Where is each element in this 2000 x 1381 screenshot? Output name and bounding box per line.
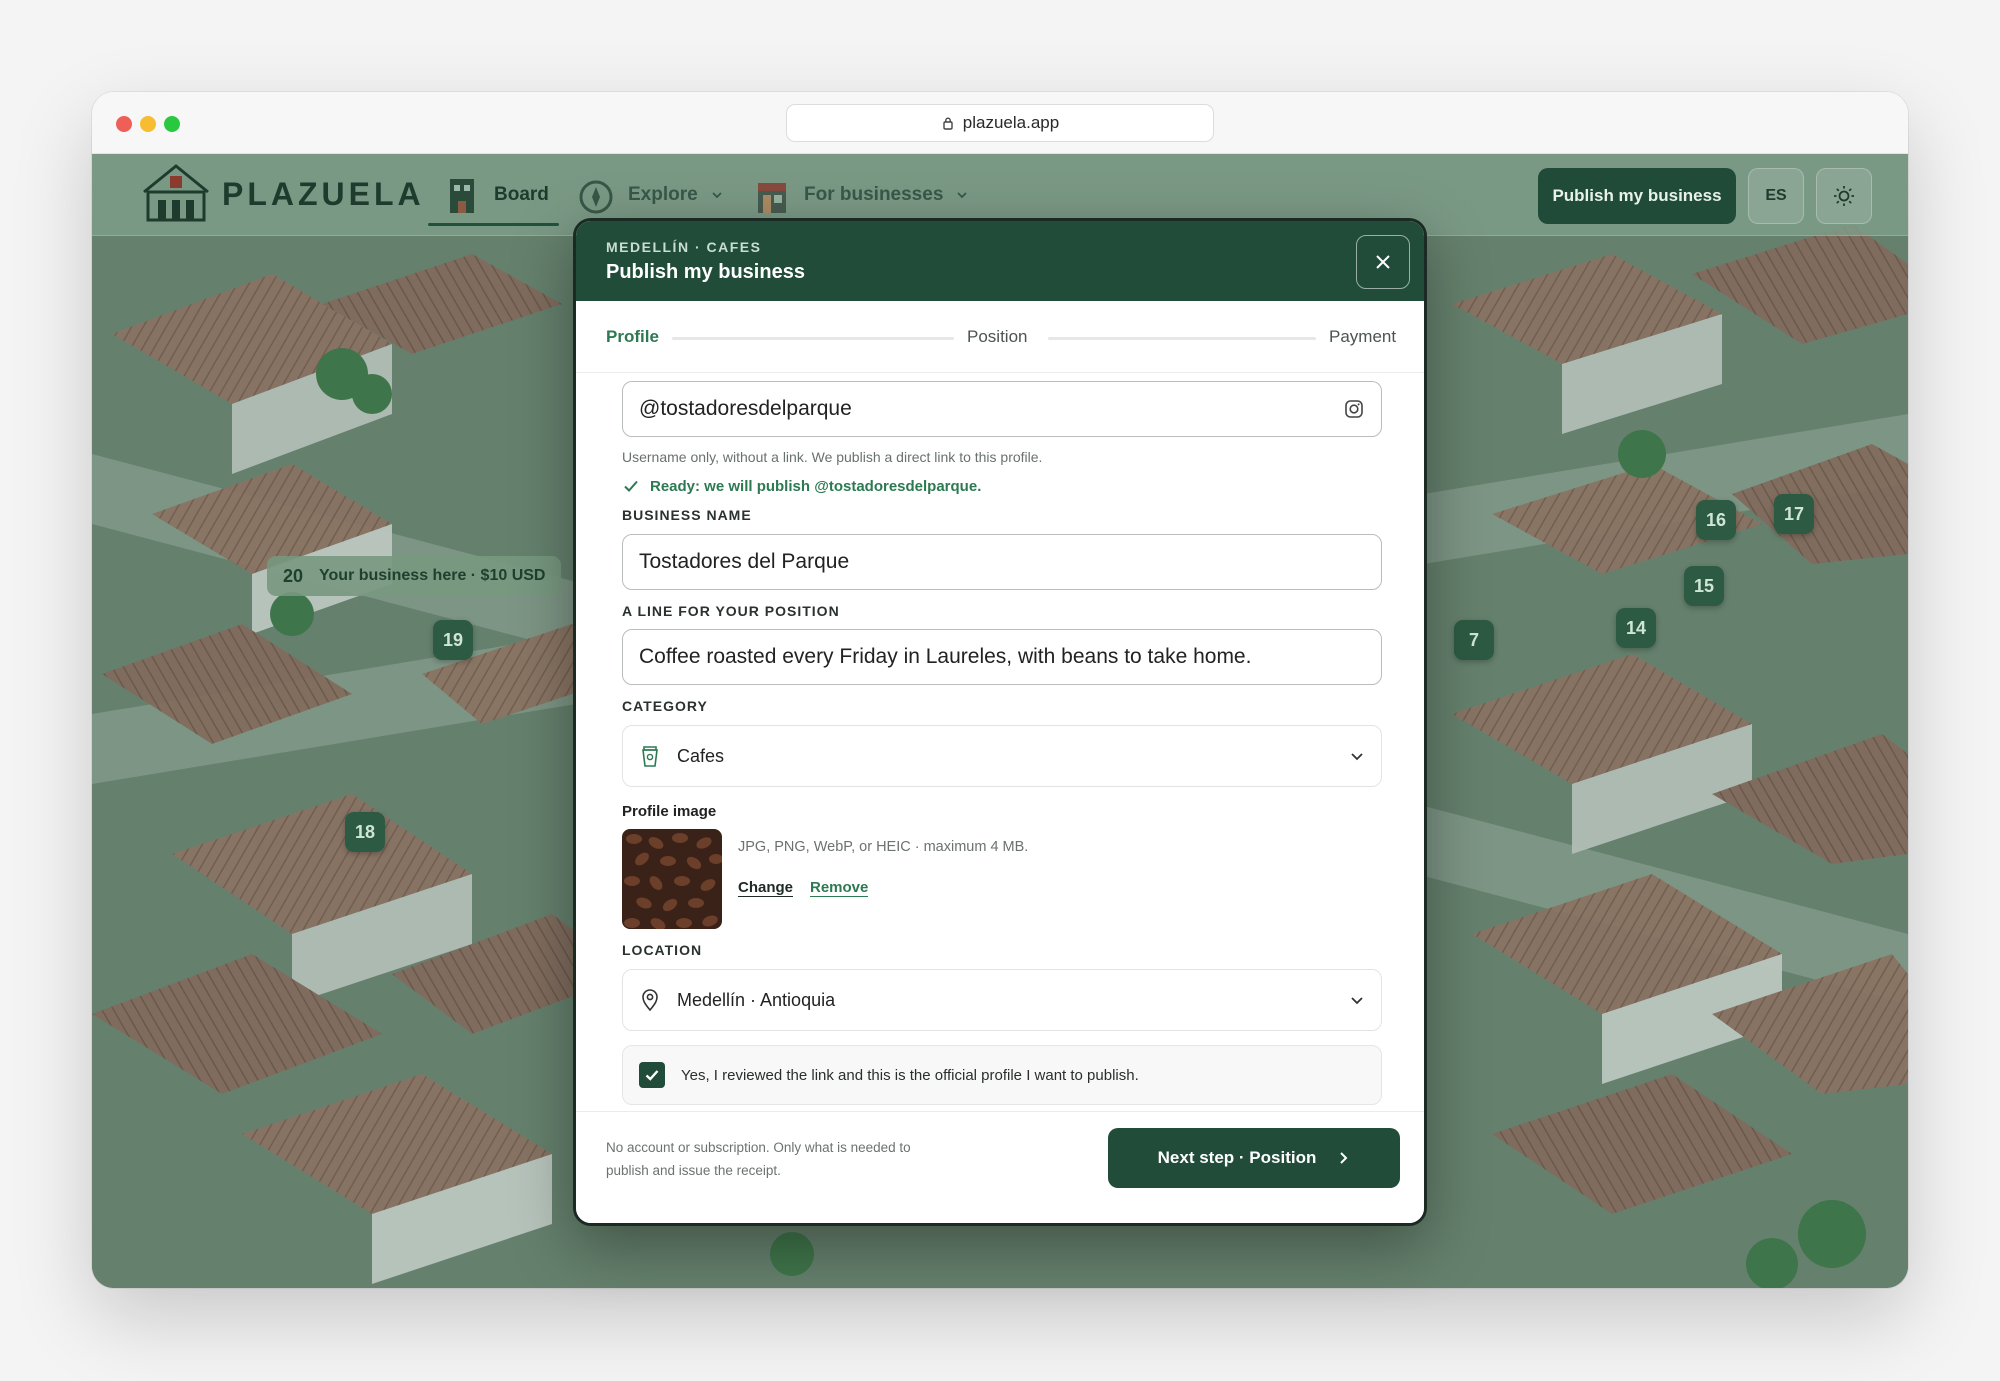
step-position[interactable]: Position bbox=[967, 327, 1027, 347]
location-label: LOCATION bbox=[622, 942, 703, 958]
coffee-cup-icon bbox=[642, 746, 658, 767]
nav-explore-label: Explore bbox=[628, 184, 698, 205]
next-step-label: Next step · Position bbox=[1157, 1148, 1317, 1167]
modal-eyebrow: MEDELLÍN · CAFES bbox=[606, 239, 762, 255]
close-icon bbox=[1376, 255, 1390, 269]
featured-plot-tag[interactable]: 20 Your business here · $10 USD bbox=[267, 556, 562, 596]
profile-image-thumbnail bbox=[622, 829, 722, 929]
chevron-right-icon bbox=[1340, 1152, 1348, 1164]
chevron-down-icon bbox=[712, 192, 722, 199]
close-modal-button[interactable] bbox=[1356, 235, 1410, 289]
map-pin[interactable]: 14 bbox=[1616, 608, 1656, 648]
remove-image-link[interactable]: Remove bbox=[810, 879, 869, 897]
business-name-label: BUSINESS NAME bbox=[622, 507, 752, 523]
profile-image-label: Profile image bbox=[622, 803, 717, 820]
featured-plot-number: 20 bbox=[283, 565, 304, 586]
instagram-status: Ready: we will publish @tostadoresdelpar… bbox=[622, 477, 981, 495]
change-image-link[interactable]: Change bbox=[738, 879, 794, 897]
nav-board[interactable]: Board bbox=[428, 168, 559, 226]
close-window-button[interactable] bbox=[116, 116, 132, 132]
nav-explore[interactable]: Explore bbox=[576, 168, 724, 222]
footer-note: No account or subscription. Only what is… bbox=[606, 1140, 911, 1178]
confirm-profile-row[interactable]: Yes, I reviewed the link and this is the… bbox=[622, 1045, 1382, 1105]
chevron-down-icon bbox=[1351, 997, 1363, 1005]
confirm-checkbox[interactable] bbox=[639, 1062, 665, 1088]
publish-business-modal: MEDELLÍN · CAFES Publish my business Pro… bbox=[573, 218, 1427, 1226]
position-line-value: Coffee roasted every Friday in Laureles,… bbox=[639, 645, 1252, 668]
featured-plot-label: Your business here · $10 USD bbox=[319, 567, 546, 584]
map-pin[interactable]: 19 bbox=[433, 620, 473, 660]
category-label: CATEGORY bbox=[622, 698, 708, 714]
theme-toggle-button[interactable] bbox=[1816, 168, 1872, 224]
map-pin[interactable]: 16 bbox=[1696, 500, 1736, 540]
next-step-button[interactable]: Next step · Position bbox=[1108, 1128, 1400, 1188]
storefront-icon bbox=[758, 183, 786, 213]
map-pin-icon bbox=[642, 989, 658, 1012]
nav-board-label: Board bbox=[494, 184, 549, 205]
plaza-logo-icon bbox=[143, 164, 209, 222]
instagram-icon bbox=[1345, 400, 1363, 418]
location-select[interactable]: Medellín · Antioquia bbox=[622, 969, 1382, 1031]
checkmark-icon bbox=[645, 1070, 659, 1081]
position-line-field[interactable]: Coffee roasted every Friday in Laureles,… bbox=[622, 629, 1382, 685]
modal-header: MEDELLÍN · CAFES Publish my business bbox=[576, 221, 1424, 301]
modal-title: Publish my business bbox=[606, 261, 805, 283]
stepper: Profile Position Payment bbox=[576, 301, 1424, 373]
url-text: plazuela.app bbox=[962, 113, 1060, 132]
logo-text: PLAZUELA bbox=[222, 175, 425, 212]
map-pin[interactable]: 18 bbox=[345, 812, 385, 852]
modal-footer: No account or subscription. Only what is… bbox=[576, 1111, 1424, 1223]
location-value: Medellín · Antioquia bbox=[677, 989, 836, 1010]
check-icon bbox=[624, 480, 638, 492]
instagram-value: @tostadoresdelparque bbox=[639, 397, 852, 420]
sun-icon bbox=[1834, 186, 1854, 206]
chevron-down-icon bbox=[1351, 753, 1363, 761]
instagram-field[interactable]: @tostadoresdelparque bbox=[622, 381, 1382, 437]
lock-icon bbox=[943, 117, 953, 130]
step-profile[interactable]: Profile bbox=[606, 327, 659, 347]
business-name-value: Tostadores del Parque bbox=[639, 550, 850, 573]
minimize-window-button[interactable] bbox=[140, 116, 156, 132]
map-pin[interactable]: 7 bbox=[1454, 620, 1494, 660]
step-connector bbox=[672, 337, 954, 340]
logo[interactable]: PLAZUELA bbox=[138, 162, 425, 226]
instagram-helper: Username only, without a link. We publis… bbox=[622, 449, 1043, 465]
modal-body: @tostadoresdelparque Username only, with… bbox=[576, 373, 1424, 1111]
nav-for-businesses[interactable]: For businesses bbox=[752, 168, 969, 222]
step-connector bbox=[1048, 337, 1316, 340]
publish-business-button[interactable]: Publish my business bbox=[1538, 168, 1736, 224]
map-pin[interactable]: 15 bbox=[1684, 566, 1724, 606]
category-value: Cafes bbox=[677, 745, 725, 766]
step-payment[interactable]: Payment bbox=[1329, 327, 1396, 347]
building-icon bbox=[450, 179, 474, 213]
business-name-field[interactable]: Tostadores del Parque bbox=[622, 534, 1382, 590]
browser-titlebar: plazuela.app bbox=[92, 92, 1908, 154]
address-bar[interactable]: plazuela.app bbox=[786, 104, 1214, 142]
position-line-label: A LINE FOR YOUR POSITION bbox=[622, 603, 840, 619]
instagram-status-text: Ready: we will publish @tostadoresdelpar… bbox=[650, 477, 982, 495]
profile-image-info: JPG, PNG, WebP, or HEIC · maximum 4 MB. bbox=[738, 839, 1029, 855]
map-pin[interactable]: 17 bbox=[1774, 494, 1814, 534]
maximize-window-button[interactable] bbox=[164, 116, 180, 132]
confirm-text: Yes, I reviewed the link and this is the… bbox=[681, 1066, 1139, 1084]
nav-for-businesses-label: For businesses bbox=[804, 184, 944, 205]
category-select[interactable]: Cafes bbox=[622, 725, 1382, 787]
compass-icon bbox=[579, 180, 613, 214]
language-button[interactable]: ES bbox=[1748, 168, 1804, 224]
coffee-beans-image bbox=[622, 829, 722, 929]
chevron-down-icon bbox=[957, 192, 968, 199]
